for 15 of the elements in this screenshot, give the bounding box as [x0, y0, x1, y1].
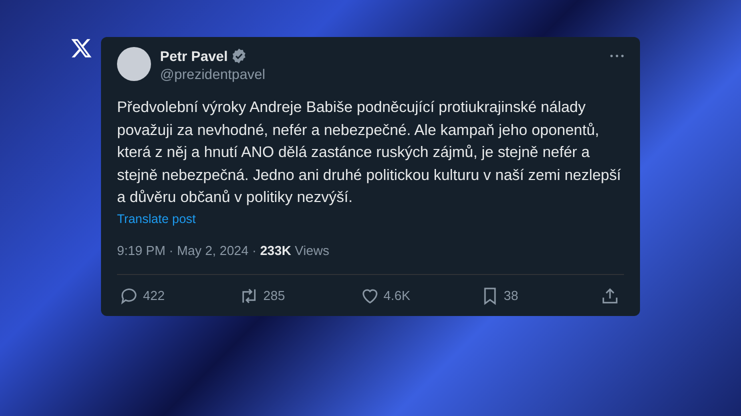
- x-logo-icon: [70, 37, 93, 59]
- speech-bubble-icon: [119, 286, 139, 306]
- author-handle[interactable]: @prezidentpavel: [160, 65, 601, 83]
- post-text: Předvolební výroky Andreje Babiše podněcující protiukrajinské nálady považuji za nevhodné, nefér a nebezpečné. Ale kampaň jeho oponentů, která z něj a hnutí ANO dělá zastánce ruských zájmů, je stejně nefér a stejně nebezpečná. Jedno ani druhé politickou kulturu v naší zemi nezlepší a důvěru občanů v politiky nezvýší.: [117, 98, 622, 208]
- avatar[interactable]: [117, 47, 151, 81]
- more-icon[interactable]: [610, 54, 624, 58]
- translate-link[interactable]: Translate post: [117, 210, 196, 226]
- share-icon: [600, 286, 620, 306]
- bookmark-button[interactable]: 38: [480, 286, 544, 306]
- repost-button[interactable]: 285: [239, 286, 304, 306]
- like-button[interactable]: 4.6K: [360, 286, 424, 306]
- post-timestamp: 9:19 PM · May 2, 2024 · 233K Views: [117, 242, 330, 258]
- author-name[interactable]: Petr Pavel: [160, 47, 228, 65]
- share-button[interactable]: [600, 286, 620, 306]
- reply-button[interactable]: 422: [119, 286, 183, 306]
